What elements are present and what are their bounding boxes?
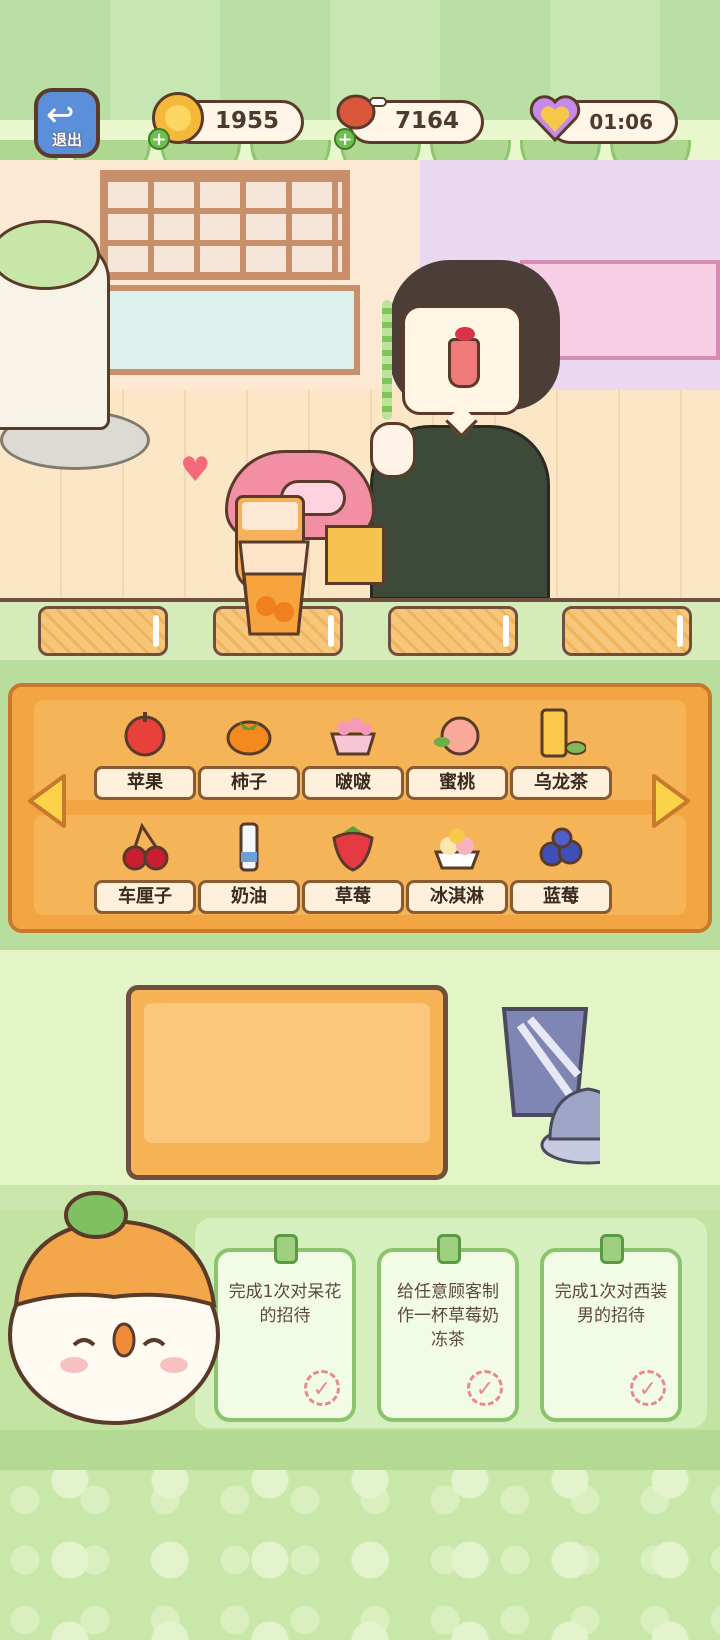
shop-scene: ♥ [0, 160, 720, 600]
exit-label: 退出 [51, 131, 82, 149]
ingredient-label: 啵啵 [302, 766, 404, 800]
exit-button[interactable]: ↩ 退出 [34, 88, 100, 158]
apple-icon [124, 712, 166, 757]
ingredient-persimmon[interactable]: 柿子 [198, 704, 300, 816]
meat-icon [336, 94, 387, 130]
ingredient-apple[interactable]: 苹果 [94, 704, 196, 816]
juice-box-icon [325, 525, 385, 585]
ingredient-label: 奶油 [198, 880, 300, 914]
task-text: 给任意顾客制作一杯草莓奶冻茶 [397, 1282, 499, 1350]
serving-slot-3[interactable] [388, 606, 518, 656]
ingredient-cream[interactable]: 奶油 [198, 818, 300, 930]
clip-icon [600, 1234, 624, 1264]
ingredient-strawberry[interactable]: 草莓 [302, 818, 404, 930]
ingredient-label: 草莓 [302, 880, 404, 914]
ingredient-label: 蓝莓 [510, 880, 612, 914]
task-text: 完成1次对呆花的招待 [228, 1282, 342, 1326]
meat-value: 7164 [394, 108, 459, 134]
ingredient-peach[interactable]: 蜜桃 [406, 704, 508, 816]
shop-glass [100, 285, 360, 375]
next-page-arrow[interactable] [646, 772, 694, 830]
cream-icon [239, 822, 259, 872]
add-meat-button[interactable]: + [334, 128, 356, 150]
mixing-tray-surface [144, 1003, 430, 1143]
task-text: 完成1次对西装男的招待 [554, 1282, 668, 1326]
heart-icon: ♥ [180, 450, 211, 490]
cherry-icon [122, 822, 169, 871]
clip-icon [437, 1234, 461, 1264]
serving-slot-4[interactable] [562, 606, 692, 656]
ingredient-ice-cream[interactable]: 冰淇淋 [406, 818, 508, 930]
ingredient-label: 乌龙茶 [510, 766, 612, 800]
ingredient-boba[interactable]: 啵啵 [302, 704, 404, 816]
ingredient-label: 柿子 [198, 766, 300, 800]
check-icon: ✓ [630, 1370, 666, 1406]
prev-page-arrow[interactable] [24, 772, 72, 830]
blueberry-icon [539, 827, 583, 867]
ingredient-label: 冰淇淋 [406, 880, 508, 914]
add-coins-button[interactable]: + [148, 128, 170, 150]
ingredient-blueberry[interactable]: 蓝莓 [510, 818, 612, 930]
timer-value: 01:06 [589, 110, 653, 134]
straw-icon [382, 300, 392, 420]
check-icon: ✓ [304, 1370, 340, 1406]
orange-drink-icon[interactable] [236, 534, 312, 644]
oolong-tea-icon [540, 708, 586, 758]
persimmon-icon [226, 720, 272, 756]
heart-timer-icon [529, 95, 581, 143]
clip-icon [274, 1234, 298, 1264]
strawberry-icon [332, 826, 374, 872]
peach-icon [434, 716, 480, 756]
serving-slot-1[interactable] [38, 606, 168, 656]
ingredient-cherry[interactable]: 车厘子 [94, 818, 196, 930]
window-bars [108, 178, 342, 272]
ingredient-label: 车厘子 [94, 880, 196, 914]
cherry-drink-icon [448, 327, 480, 388]
ice-cream-icon [433, 828, 481, 870]
coin-value: 1955 [214, 108, 279, 134]
task-card-1[interactable]: 完成1次对呆花的招待 ✓ [214, 1234, 356, 1422]
check-icon: ✓ [467, 1370, 503, 1406]
mascot-character[interactable] [4, 1185, 224, 1430]
ingredient-label: 苹果 [94, 766, 196, 800]
task-card-3[interactable]: 完成1次对西装男的招待 ✓ [540, 1234, 682, 1422]
bottom-edge [0, 1430, 720, 1470]
boba-icon [329, 718, 377, 756]
suit-man-hand [370, 422, 416, 478]
task-card-2[interactable]: 给任意顾客制作一杯草莓奶冻茶 ✓ [377, 1234, 519, 1422]
back-arrow-icon: ↩ [46, 95, 75, 135]
ingredient-label: 蜜桃 [406, 766, 508, 800]
shaker-icon[interactable] [500, 1005, 600, 1165]
ingredient-oolong-tea[interactable]: 乌龙茶 [510, 704, 612, 816]
